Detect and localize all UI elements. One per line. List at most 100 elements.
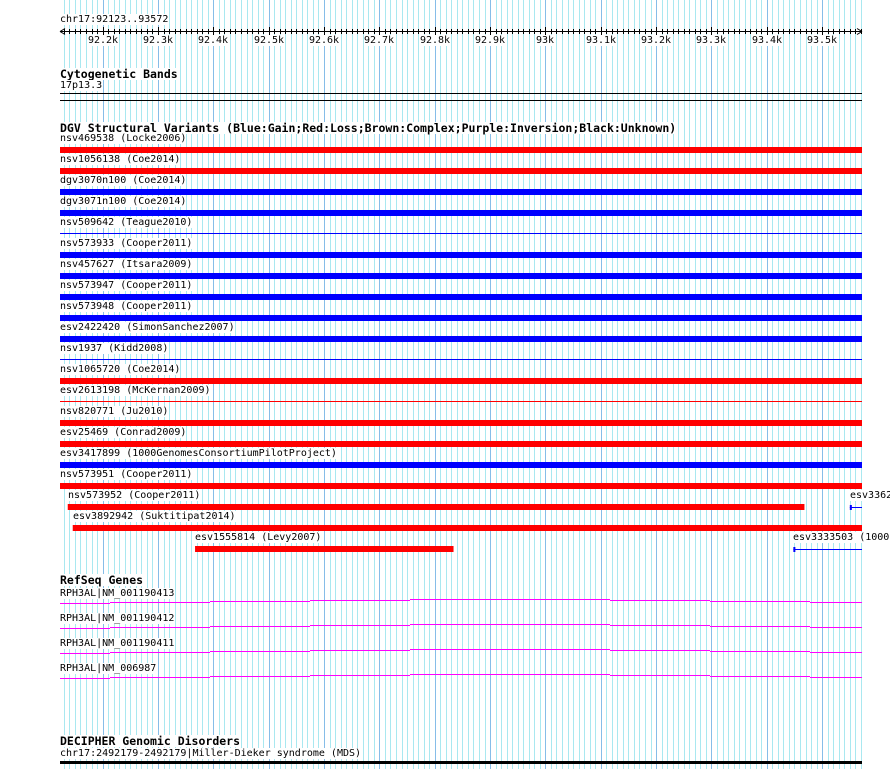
ruler-tick-label: 92.2k — [87, 35, 119, 46]
variant-start-tick — [793, 547, 796, 552]
ruler-tick-label: 93.1k — [585, 35, 617, 46]
gene-segment — [610, 650, 710, 651]
variant-label[interactable]: esv25469 (Conrad2009) — [60, 427, 187, 438]
variant-label[interactable]: esv3417899 (1000GenomesConsortiumPilotPr… — [60, 448, 337, 459]
variant-bar-gain — [60, 462, 862, 468]
gene-segment — [410, 624, 510, 625]
variant-label[interactable]: dgv3070n100 (Coe2014) — [60, 175, 187, 186]
gene-label[interactable]: RPH3AL|NM_001190411 — [60, 638, 175, 649]
gene-segment — [210, 651, 310, 652]
gene-segment — [210, 676, 310, 677]
variant-bar-loss — [72, 525, 862, 531]
variant-bar-loss — [67, 504, 805, 510]
gene-segment — [210, 601, 310, 602]
gene-segment — [310, 650, 410, 651]
gene-segment — [410, 674, 510, 675]
variant-bar-gain — [60, 294, 862, 300]
variant-label[interactable]: nsv469538 (Locke2006) — [60, 133, 187, 144]
variant-bar-loss — [60, 168, 862, 174]
variant-bar-loss — [60, 378, 862, 384]
gene-label[interactable]: RPH3AL|NM_006987 — [60, 663, 157, 674]
gene-label[interactable]: RPH3AL|NM_001190412 — [60, 613, 175, 624]
variant-bar-loss — [195, 546, 454, 552]
variant-bar-loss — [60, 441, 862, 447]
gene-segment — [410, 599, 510, 600]
gene-segment — [60, 628, 110, 629]
variant-line-loss — [60, 401, 862, 402]
gene-segment — [310, 625, 410, 626]
gene-segment — [510, 624, 610, 625]
gene-segment — [510, 674, 610, 675]
gene-segment — [60, 678, 110, 679]
variant-bar-gain — [60, 210, 862, 216]
gene-label[interactable]: RPH3AL|NM_001190413 — [60, 588, 175, 599]
decipher-feature-bar — [60, 761, 862, 764]
gene-segment — [710, 601, 810, 602]
variant-label[interactable]: nsv457627 (Itsara2009) — [60, 259, 193, 270]
ruler-tick-label: 92.5k — [253, 35, 285, 46]
ruler-tick-label: 93k — [535, 35, 555, 46]
gene-segment — [110, 677, 210, 678]
variant-label[interactable]: nsv573947 (Cooper2011) — [60, 280, 193, 291]
variant-label[interactable]: nsv1056138 (Coe2014) — [60, 154, 181, 165]
variant-label[interactable]: nsv1065720 (Coe2014) — [60, 364, 181, 375]
gene-segment — [510, 649, 610, 650]
ruler-tick-label: 92.9k — [474, 35, 506, 46]
variant-line-gain — [60, 233, 862, 234]
gene-segment — [710, 626, 810, 627]
gene-segment — [60, 603, 110, 604]
variant-label[interactable]: esv1555814 (Levy2007) — [195, 532, 322, 543]
ruler-tick-label: 93.4k — [751, 35, 783, 46]
variant-label[interactable]: nsv509642 (Teague2010) — [60, 217, 193, 228]
ruler-tick-label: 92.6k — [308, 35, 340, 46]
variant-label[interactable]: nsv573948 (Cooper2011) — [60, 301, 193, 312]
gene-segment — [110, 652, 210, 653]
decipher-track-title: DECIPHER Genomic Disorders — [60, 734, 241, 748]
ruler-tick-label: 93.5k — [806, 35, 838, 46]
variant-label[interactable]: nsv573952 (Cooper2011) — [68, 490, 201, 501]
variant-bar-gain — [60, 336, 862, 342]
gene-segment — [410, 649, 510, 650]
variant-label[interactable]: nsv573933 (Cooper2011) — [60, 238, 193, 249]
ruler-tick-label: 92.3k — [142, 35, 174, 46]
variant-label[interactable]: esv3333503 (1000 — [793, 532, 890, 543]
gene-segment — [810, 677, 862, 678]
variant-bar-gain — [60, 252, 862, 258]
gene-segment — [110, 602, 210, 603]
gene-segment — [810, 627, 862, 628]
cytoband-line — [60, 93, 862, 94]
ruler-tick-label: 93.3k — [695, 35, 727, 46]
variant-bar-loss — [60, 483, 862, 489]
gene-segment — [310, 675, 410, 676]
gene-segment — [110, 627, 210, 628]
gene-segment — [710, 651, 810, 652]
gene-segment — [210, 626, 310, 627]
gene-segment — [60, 653, 110, 654]
cytoband-label: 17p13.3 — [60, 80, 103, 91]
variant-label[interactable]: esv2613198 (McKernan2009) — [60, 385, 211, 396]
variant-label[interactable]: esv3362 — [850, 490, 890, 501]
refseq-track-title: RefSeq Genes — [60, 573, 144, 587]
gene-segment — [510, 599, 610, 600]
variant-label[interactable]: nsv1937 (Kidd2008) — [60, 343, 169, 354]
gene-segment — [810, 652, 862, 653]
cytoband-track-title: Cytogenetic Bands — [60, 67, 178, 81]
ruler-location-label: chr17:92123..93572 — [60, 14, 169, 25]
ruler-tick-label: 92.7k — [363, 35, 395, 46]
variant-start-tick — [849, 505, 852, 510]
variant-line-gain — [60, 359, 862, 360]
variant-label[interactable]: dgv3071n100 (Coe2014) — [60, 196, 187, 207]
variant-bar-gain — [60, 189, 862, 195]
gene-segment — [610, 675, 710, 676]
variant-label[interactable]: nsv820771 (Ju2010) — [60, 406, 169, 417]
variant-label[interactable]: nsv573951 (Cooper2011) — [60, 469, 193, 480]
variant-bar-gain — [60, 273, 862, 279]
variant-bar-loss — [60, 147, 862, 153]
ruler-tick-label: 92.8k — [419, 35, 451, 46]
gene-segment — [610, 600, 710, 601]
gene-segment — [610, 625, 710, 626]
variant-label[interactable]: esv2422420 (SimonSanchez2007) — [60, 322, 235, 333]
decipher-feature-label[interactable]: chr17:2492179-2492179|Miller-Dieker synd… — [60, 748, 362, 759]
variant-line-gain — [793, 549, 862, 550]
variant-label[interactable]: esv3892942 (Suktitipat2014) — [73, 511, 236, 522]
